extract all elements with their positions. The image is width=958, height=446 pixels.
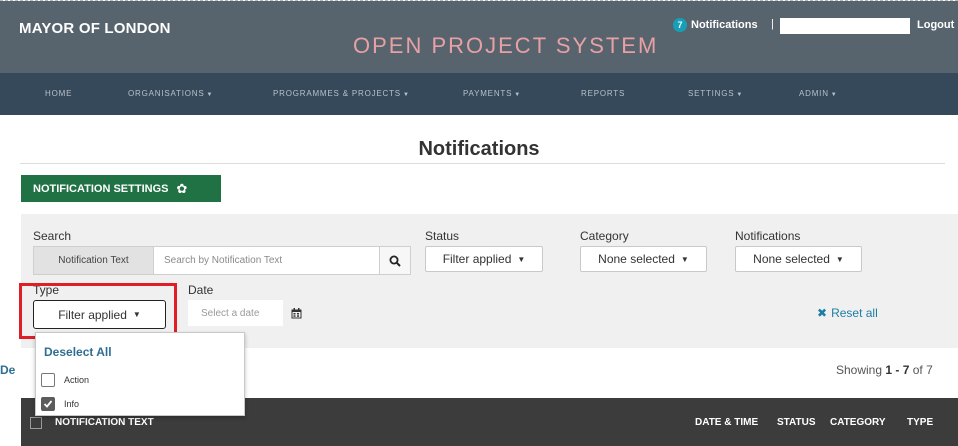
select-all-checkbox[interactable] <box>30 417 42 429</box>
type-option-label: Info <box>64 399 80 409</box>
search-icon <box>389 255 401 267</box>
gear-icon: ✿ <box>176 180 188 196</box>
type-dropdown-menu: Deselect All Action Info <box>35 332 245 416</box>
chevron-down-icon: ▼ <box>517 254 526 264</box>
type-option-action[interactable]: Action <box>41 373 89 387</box>
type-option-label: Action <box>64 375 90 385</box>
system-title: OPEN PROJECT SYSTEM <box>353 33 659 58</box>
notifications-count-badge: 7 <box>673 18 687 32</box>
showing-prefix: Showing <box>836 363 886 377</box>
calendar-button[interactable] <box>283 300 309 326</box>
search-label: Search <box>33 229 72 243</box>
category-label: Category <box>580 229 629 243</box>
page-title: Notifications <box>418 138 540 160</box>
truncated-link-text[interactable]: De <box>0 363 15 377</box>
reset-all-link[interactable]: ✖ Reset all <box>817 306 878 320</box>
search-button[interactable] <box>379 247 410 274</box>
close-icon: ✖ <box>817 306 828 320</box>
header-separator: | <box>771 18 774 30</box>
chevron-down-icon: ▼ <box>680 254 689 264</box>
status-label: Status <box>425 229 460 243</box>
main-nav: HOME ORGANISATIONS ▼ PROGRAMMES & PROJECT… <box>0 73 958 115</box>
chevron-down-icon: ▼ <box>402 92 410 98</box>
category-dropdown[interactable]: None selected ▼ <box>580 246 707 272</box>
search-field-selector[interactable]: Notification Text <box>34 247 154 274</box>
results-range: 1 - 7 <box>885 363 910 377</box>
notifications-filter-value: None selected <box>753 252 830 266</box>
deselect-all-option[interactable]: Deselect All <box>44 345 112 359</box>
nav-item-label: SETTINGS <box>688 89 735 98</box>
title-divider <box>20 163 945 164</box>
notifications-link[interactable]: 7 Notifications <box>673 18 758 32</box>
calendar-icon <box>291 307 301 318</box>
reset-all-label: Reset all <box>831 306 878 320</box>
column-header-category[interactable]: CATEGORY <box>830 417 886 428</box>
search-input[interactable] <box>154 247 379 274</box>
nav-item-reports[interactable]: REPORTS <box>581 89 625 98</box>
date-input[interactable]: Select a date <box>188 300 283 326</box>
type-option-info[interactable]: Info <box>41 397 79 411</box>
notification-settings-button[interactable]: NOTIFICATION SETTINGS ✿ <box>21 175 221 202</box>
logout-link[interactable]: Logout <box>917 19 954 31</box>
nav-item-label: ADMIN <box>799 89 829 98</box>
nav-item-label: PROGRAMMES & PROJECTS <box>273 89 401 98</box>
nav-item-organisations[interactable]: ORGANISATIONS ▼ <box>128 89 213 98</box>
notifications-link-label: Notifications <box>691 19 758 31</box>
chevron-down-icon: ▼ <box>206 92 214 98</box>
site-header: MAYOR OF LONDON OPEN PROJECT SYSTEM 7 No… <box>0 1 958 73</box>
chevron-down-icon: ▼ <box>830 92 838 98</box>
nav-item-label: PAYMENTS <box>463 89 513 98</box>
checkbox[interactable] <box>41 373 55 387</box>
notification-settings-label: NOTIFICATION SETTINGS <box>33 182 169 195</box>
nav-item-home[interactable]: HOME <box>45 89 72 98</box>
notifications-filter-dropdown[interactable]: None selected ▼ <box>735 246 862 272</box>
results-total: 7 <box>926 363 933 377</box>
results-count: Showing 1 - 7 of 7 <box>836 363 933 377</box>
chevron-down-icon: ▼ <box>736 92 744 98</box>
mayor-of-london-logo[interactable]: MAYOR OF LONDON <box>19 20 171 37</box>
checkmark-icon <box>43 400 53 408</box>
status-dropdown-value: Filter applied <box>442 252 512 266</box>
nav-item-settings[interactable]: SETTINGS ▼ <box>688 89 743 98</box>
nav-item-programmes-projects[interactable]: PROGRAMMES & PROJECTS ▼ <box>273 89 410 98</box>
user-name-box <box>780 18 910 34</box>
checkbox-checked[interactable] <box>41 397 55 411</box>
nav-item-payments[interactable]: PAYMENTS ▼ <box>463 89 521 98</box>
chevron-down-icon: ▼ <box>835 254 844 264</box>
category-dropdown-value: None selected <box>598 252 675 266</box>
nav-item-label: HOME <box>45 89 73 98</box>
column-header-notification-text[interactable]: NOTIFICATION TEXT <box>55 417 154 428</box>
column-header-status[interactable]: STATUS <box>777 417 816 428</box>
highlight-annotation-box <box>19 283 177 339</box>
results-of: of <box>909 363 927 377</box>
notifications-filter-label: Notifications <box>735 229 801 243</box>
column-header-date-time[interactable]: DATE & TIME <box>695 417 758 428</box>
nav-item-admin[interactable]: ADMIN ▼ <box>799 89 838 98</box>
nav-item-label: ORGANISATIONS <box>128 89 205 98</box>
date-label: Date <box>188 283 214 297</box>
chevron-down-icon: ▼ <box>514 92 521 98</box>
nav-item-label: REPORTS <box>581 89 626 98</box>
status-dropdown[interactable]: Filter applied ▼ <box>425 246 543 272</box>
search-group: Notification Text <box>33 246 411 275</box>
column-header-type[interactable]: TYPE <box>907 417 933 428</box>
